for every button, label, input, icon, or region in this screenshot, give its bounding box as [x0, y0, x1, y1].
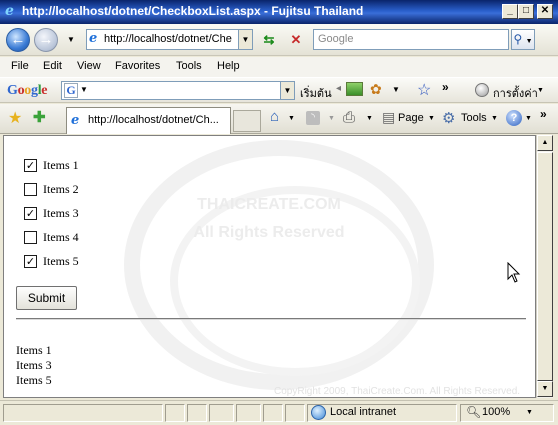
- checkbox-label: Items 1: [43, 157, 79, 172]
- image-search-icon[interactable]: [346, 82, 363, 96]
- watermark-seal: [124, 140, 434, 390]
- zoom-dropdown[interactable]: ▼: [526, 409, 533, 416]
- checkbox[interactable]: [24, 158, 37, 172]
- scrollbar-thumb[interactable]: [537, 152, 553, 381]
- status-text-cell: [3, 404, 163, 422]
- page-icon: e: [89, 31, 98, 46]
- google-search-input[interactable]: G ▼ ▼: [61, 81, 295, 100]
- menu-edit[interactable]: Edit: [43, 60, 62, 72]
- menu-tools[interactable]: Tools: [176, 60, 202, 72]
- menu-favorites[interactable]: Favorites: [115, 60, 160, 72]
- search-button[interactable]: ⚲ ▼: [511, 29, 535, 50]
- zoom-level: 100%: [482, 406, 511, 418]
- toolbar-puzzle-icon[interactable]: ✿: [370, 81, 382, 98]
- add-favorite-icon[interactable]: ✚: [33, 108, 46, 126]
- checkbox-item-5[interactable]: Items 5: [24, 253, 79, 269]
- checkbox-label: Items 5: [43, 253, 79, 268]
- menu-view[interactable]: View: [77, 60, 101, 72]
- scroll-down-arrow[interactable]: ▼: [537, 381, 553, 397]
- refresh-button[interactable]: ⇆: [259, 30, 279, 50]
- home-icon[interactable]: ⌂: [270, 108, 279, 125]
- tab-active[interactable]: e http://localhost/dotnet/Ch...: [66, 107, 231, 134]
- page-content: THAICREATE.COM All Rights Reserved Items…: [3, 135, 536, 398]
- checkbox[interactable]: [24, 182, 37, 196]
- tab-title: http://localhost/dotnet/Ch...: [88, 114, 219, 126]
- checkbox[interactable]: [24, 254, 37, 268]
- checkbox[interactable]: [24, 230, 37, 244]
- more-commands-icon[interactable]: »: [540, 107, 547, 121]
- result-item: Items 5: [16, 373, 52, 387]
- close-button[interactable]: ✕: [537, 4, 553, 19]
- settings-globe-icon[interactable]: [475, 83, 489, 97]
- search-input[interactable]: Google: [313, 29, 509, 50]
- address-toolbar: ← → ▼ e http://localhost/dotnet/Che ▼ ⇆ …: [0, 24, 558, 56]
- result-item: Items 1: [16, 343, 52, 357]
- forward-button[interactable]: →: [34, 28, 58, 52]
- menu-help[interactable]: Help: [217, 60, 240, 72]
- submit-button[interactable]: Submit: [16, 286, 77, 310]
- result-item: Items 3: [16, 358, 52, 372]
- recent-pages-dropdown[interactable]: ▼: [61, 30, 81, 50]
- tools-menu[interactable]: Tools: [461, 112, 487, 124]
- address-dropdown[interactable]: ▼: [238, 30, 252, 49]
- checkbox-item-4[interactable]: Items 4: [24, 229, 79, 245]
- watermark-text: THAICREATE.COM All Rights Reserved: [193, 196, 345, 241]
- copyright-watermark: CopyRight 2009, ThaiCreate.Com. All Righ…: [274, 386, 521, 397]
- page-icon: ▤: [382, 109, 396, 125]
- google-toolbar: Google G ▼ ▼ เริ่มต้น ◂ ✿ ▼ ☆ » การตั้งค…: [0, 77, 558, 103]
- back-button[interactable]: ←: [6, 28, 30, 52]
- vertical-scrollbar[interactable]: ▲ ▼: [536, 135, 553, 398]
- google-logo: Google: [7, 83, 48, 98]
- divider: [16, 318, 526, 320]
- tools-gear-icon: ⚙: [442, 110, 456, 127]
- checkbox-item-3[interactable]: Items 3: [24, 205, 79, 221]
- menu-file[interactable]: File: [11, 60, 29, 72]
- print-icon[interactable]: ⎙: [343, 109, 355, 126]
- address-url: http://localhost/dotnet/Che: [104, 33, 232, 45]
- maximize-button[interactable]: □: [518, 4, 534, 19]
- zoom-icon: 🔍︎: [466, 405, 482, 419]
- page-menu[interactable]: Page: [398, 112, 424, 124]
- google-settings-button[interactable]: การตั้งค่า: [493, 84, 538, 102]
- checkbox-label: Items 3: [43, 205, 79, 220]
- tab-bar: ★ ✚ e http://localhost/dotnet/Ch... ⌂ ▼ …: [0, 104, 558, 134]
- menu-bar: File Edit View Favorites Tools Help: [0, 57, 558, 77]
- checkbox-label: Items 2: [43, 181, 79, 196]
- google-search-dropdown[interactable]: ▼: [280, 82, 294, 99]
- checkbox[interactable]: [24, 206, 37, 220]
- refresh-icon: ⇆: [263, 32, 275, 47]
- mouse-cursor-icon: [507, 262, 521, 283]
- scroll-up-arrow[interactable]: ▲: [537, 135, 553, 151]
- window-title: http://localhost/dotnet/CheckboxList.asp…: [22, 4, 364, 18]
- search-icon: ⚲: [513, 32, 523, 46]
- title-bar: e http://localhost/dotnet/CheckboxList.a…: [0, 0, 558, 24]
- stop-button[interactable]: ✕: [286, 30, 306, 50]
- bookmark-star-icon[interactable]: ☆: [417, 80, 431, 100]
- status-bar: Local intranet 🔍︎ 100% ▼: [0, 400, 558, 425]
- tab-ie-icon: e: [71, 113, 80, 128]
- google-g-icon: G: [64, 83, 78, 98]
- checkbox-item-1[interactable]: Items 1: [24, 157, 79, 173]
- favorites-star-icon[interactable]: ★: [8, 108, 22, 128]
- help-icon[interactable]: ?: [506, 110, 522, 126]
- checkbox-label: Items 4: [43, 229, 79, 244]
- intranet-globe-icon: [311, 405, 326, 420]
- zone-label: Local intranet: [330, 406, 397, 418]
- address-input[interactable]: e http://localhost/dotnet/Che: [86, 29, 253, 50]
- checkbox-item-2[interactable]: Items 2: [24, 181, 79, 197]
- forward-arrow-icon: →: [38, 31, 54, 48]
- ie-icon: e: [5, 3, 14, 19]
- stop-icon: ✕: [290, 32, 302, 47]
- rss-feed-icon[interactable]: ◝: [306, 111, 320, 125]
- google-search-button[interactable]: เริ่มต้น: [300, 84, 332, 102]
- minimize-button[interactable]: _: [502, 4, 518, 19]
- new-tab-button[interactable]: [233, 110, 261, 132]
- back-arrow-icon: ←: [10, 31, 26, 48]
- more-chevron-icon[interactable]: »: [442, 80, 449, 94]
